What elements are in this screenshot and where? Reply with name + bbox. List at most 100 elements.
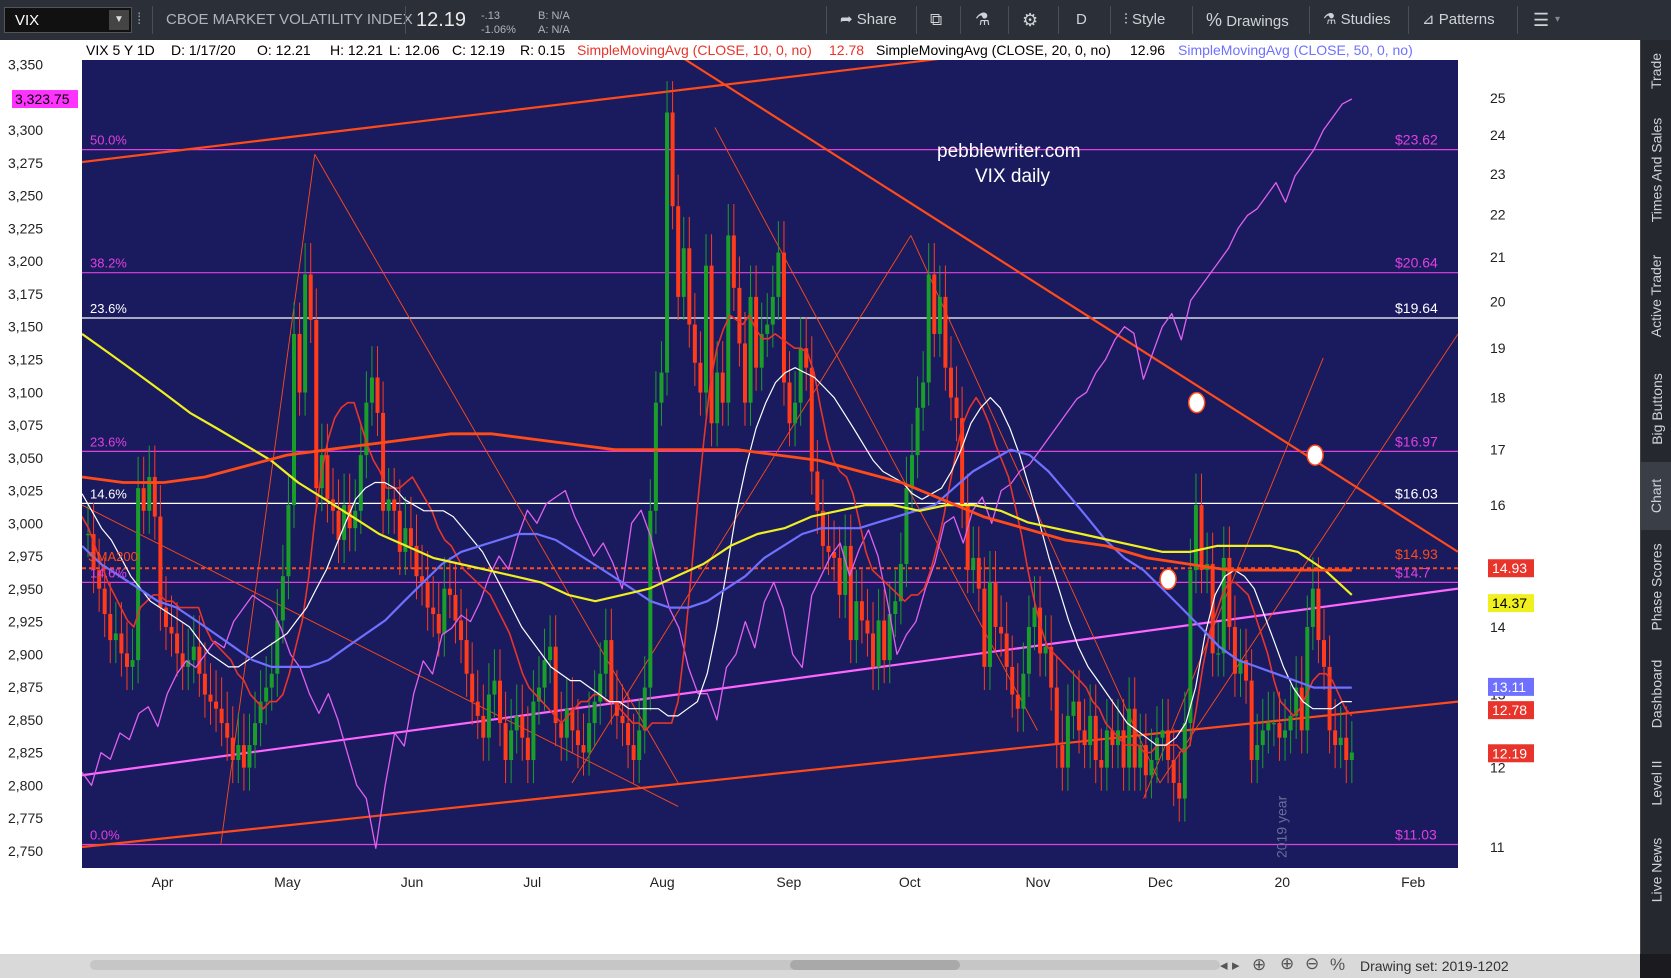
left-tick-label: 3,100 <box>8 384 43 400</box>
sidebar-tab-active-trader[interactable]: Active Trader <box>1641 237 1671 355</box>
candle-body <box>1021 673 1026 709</box>
candle-body <box>308 274 313 320</box>
sidebar-tab-phase-scores[interactable]: Phase Scores <box>1641 530 1671 643</box>
symbol-dropdown-icon[interactable]: ▼ <box>109 10 129 30</box>
candle-body <box>442 588 447 634</box>
candle-body <box>676 206 681 297</box>
candle-body <box>208 694 213 702</box>
sidebar-tab-label: Level II <box>1648 759 1665 806</box>
scroll-left-icon[interactable]: ◂ <box>1220 956 1228 974</box>
candle-body <box>230 737 235 761</box>
candle-body <box>1266 723 1271 731</box>
sidebar-tab-dashboard[interactable]: Dashboard <box>1641 643 1671 745</box>
candle-body <box>698 362 703 393</box>
snapshot-icon[interactable]: ⧉ <box>930 0 942 40</box>
candle-body <box>592 701 597 724</box>
header-open: O: 12.21 <box>257 42 311 58</box>
candle-body <box>498 680 503 724</box>
style-label: Style <box>1131 11 1166 28</box>
left-tick-label: 3,200 <box>8 253 43 269</box>
horizontal-scrollbar[interactable] <box>90 960 1220 970</box>
drawings-button[interactable]: % Drawings <box>1206 0 1289 40</box>
candle-body <box>1054 687 1059 746</box>
scroll-right-icon[interactable]: ▸ <box>1232 956 1240 974</box>
sidebar-tab-level-ii[interactable]: Level II <box>1641 745 1671 820</box>
sidebar-tab-label: Active Trader <box>1648 254 1665 338</box>
header-high: H: 12.21 <box>330 42 383 58</box>
candle-body <box>731 235 736 288</box>
candle-body <box>603 640 608 674</box>
candle-body <box>202 673 207 695</box>
candle-body <box>893 601 898 614</box>
left-tick-label: 3,075 <box>8 417 43 433</box>
sidebar-tab-label: Dashboard <box>1648 659 1665 729</box>
candle-body <box>280 576 285 621</box>
fib-level-percent: 23.6% <box>90 434 127 449</box>
right-tick-label: 11 <box>1490 839 1505 855</box>
style-button[interactable]: ⫶ Style <box>1124 0 1165 40</box>
zoom-in-icon[interactable]: ⊕ <box>1280 954 1294 974</box>
zoom-out-icon[interactable]: ⊖ <box>1305 954 1319 974</box>
sidebar-tab-times-and-sales[interactable]: Times And Sales <box>1641 102 1671 237</box>
candle-body <box>1004 633 1009 667</box>
header-sma50-label: SimpleMovingAvg (CLOSE, 50, 0, no) <box>1178 42 1413 58</box>
sidebar-tab-chart[interactable]: Chart <box>1641 462 1671 530</box>
menu-icon[interactable]: ☰ <box>1533 0 1549 40</box>
candle-body <box>436 613 441 634</box>
right-tick-label: 16 <box>1490 497 1506 513</box>
share-button[interactable]: ➦ Share <box>840 0 897 40</box>
candle-body <box>793 402 798 424</box>
sidebar-tab-live-news[interactable]: Live News <box>1641 820 1671 920</box>
fib-level-percent: 14.6% <box>90 486 127 501</box>
candle-body <box>1010 666 1015 695</box>
scrollbar-thumb[interactable] <box>790 960 960 970</box>
candle-body <box>1338 737 1343 746</box>
sma200-tag: SMA200 <box>88 549 138 564</box>
candle-body <box>113 633 118 641</box>
right-tick-label: 21 <box>1490 249 1506 265</box>
flask-icon[interactable]: ⚗ <box>975 0 990 40</box>
menu-chevron-icon: ▾ <box>1555 14 1561 25</box>
sidebar-tab-big-buttons[interactable]: Big Buttons <box>1641 355 1671 462</box>
candle-body <box>136 488 141 661</box>
candle-body <box>381 412 386 511</box>
symbol-input[interactable]: VIX ▼ <box>4 7 132 33</box>
left-tick-label: 2,750 <box>8 843 43 859</box>
candle-body <box>1193 505 1198 571</box>
left-tick-label: 2,900 <box>8 646 43 662</box>
candle-body <box>1032 607 1037 627</box>
candle-body <box>1255 745 1260 761</box>
percent-scale-icon[interactable]: % <box>1330 955 1345 975</box>
period-button[interactable]: D <box>1076 0 1087 40</box>
right-tick-label: 20 <box>1490 293 1506 309</box>
gear-icon[interactable]: ⚙ <box>1022 0 1038 40</box>
patterns-button[interactable]: ⊿ Patterns <box>1422 0 1495 40</box>
fib-level-percent: 50.0% <box>90 133 127 148</box>
candle-body <box>1093 715 1098 761</box>
left-tick-label: 3,025 <box>8 483 43 499</box>
candle-body <box>559 723 564 738</box>
candle-body <box>948 367 953 398</box>
candle-body <box>687 248 692 325</box>
header-range: R: 0.15 <box>520 42 565 58</box>
crosshair-icon[interactable]: ⊕ <box>1252 955 1266 975</box>
header-sma20-value: 12.96 <box>1130 42 1165 58</box>
candle-body <box>1082 730 1087 746</box>
x-tick-label: Apr <box>152 874 174 890</box>
candle-body <box>86 534 90 536</box>
candle-body <box>1277 723 1282 738</box>
candle-body <box>781 252 786 383</box>
candle-body <box>1271 723 1276 725</box>
header-date: D: 1/17/20 <box>171 42 236 58</box>
candle-body <box>1149 760 1154 776</box>
candle-body <box>904 488 909 564</box>
studies-button[interactable]: ⚗ Studies <box>1323 0 1391 40</box>
candle-body <box>470 673 475 702</box>
link-icon[interactable]: ⁞ <box>137 0 141 40</box>
left-tick-label: 3,225 <box>8 220 43 236</box>
candle-body <box>1104 730 1109 768</box>
sidebar-tab-trade[interactable]: Trade <box>1641 40 1671 102</box>
chart-panel[interactable]: Apr May Jun Jul Aug Sep Oct Nov Dec 20 Feb 3,350 3,3… <box>0 40 1640 954</box>
candle-body <box>1349 752 1354 761</box>
candle-body <box>459 620 464 641</box>
